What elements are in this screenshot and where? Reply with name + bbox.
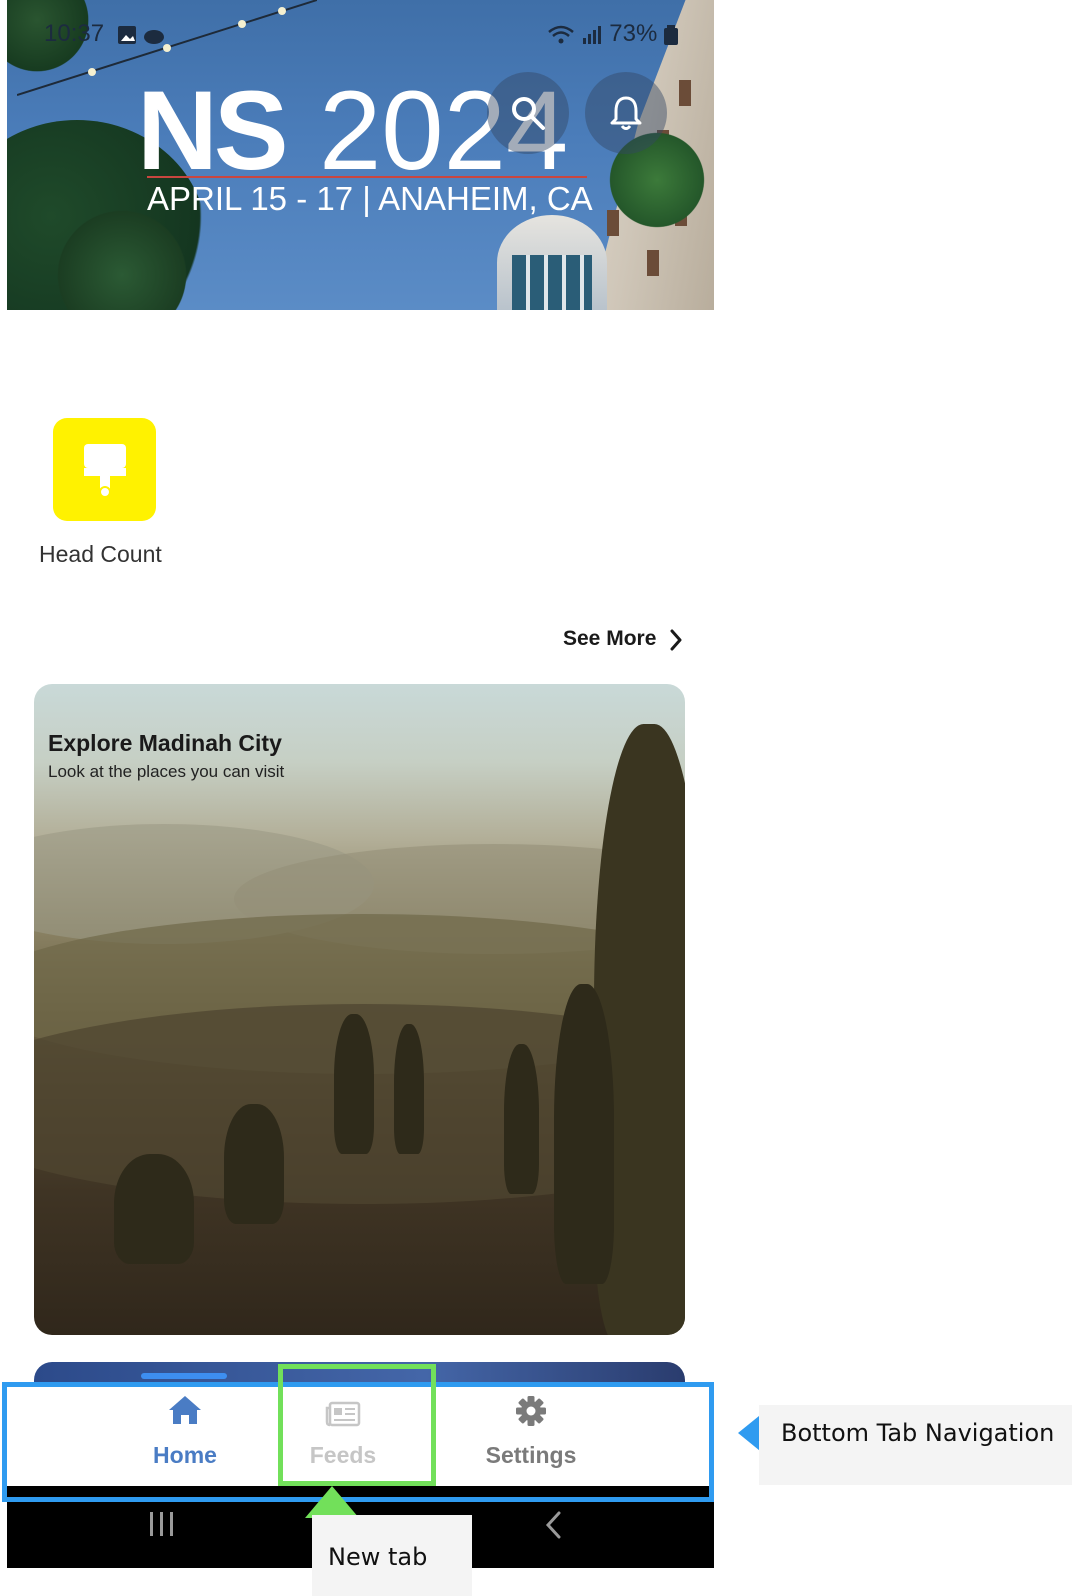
tree [224, 1104, 284, 1224]
new-tab-callout: New tab [312, 1515, 472, 1596]
rotunda-windows [512, 255, 592, 310]
card-title: Explore Madinah City [48, 730, 282, 756]
tree [114, 1154, 194, 1264]
wifi-signal-icon [547, 25, 601, 44]
search-button[interactable] [487, 72, 569, 154]
building-window [679, 80, 691, 106]
search-icon [512, 97, 545, 130]
featured-card[interactable]: Explore Madinah City Look at the places … [34, 684, 685, 1335]
app-screen: 10:37 73% NS 2024 APRIL 15 - 17 | ANAHEI… [7, 0, 714, 1568]
head-count-label: Head Count [39, 541, 162, 567]
bell-icon [610, 96, 642, 130]
back-icon[interactable] [544, 1510, 564, 1540]
bottom-nav-callout: Bottom Tab Navigation [759, 1405, 1072, 1485]
status-right-icons: 73% [547, 20, 678, 48]
new-tab-highlight [278, 1364, 436, 1486]
battery-percent: 73% [609, 20, 658, 47]
see-more-label: See More [563, 627, 657, 650]
new-tab-callout-label: New tab [328, 1543, 428, 1571]
notifications-button[interactable] [585, 72, 667, 154]
active-tab-indicator [141, 1373, 227, 1379]
tree [504, 1044, 539, 1194]
tree [394, 1024, 424, 1154]
event-dates: APRIL 15 - 17 | ANAHEIM, CA [147, 180, 593, 217]
paint-roller-icon [84, 444, 126, 498]
head-count-tile[interactable] [53, 418, 156, 521]
bottom-nav-callout-label: Bottom Tab Navigation [781, 1419, 1055, 1447]
logo-divider [147, 176, 587, 178]
event-banner: 10:37 73% NS 2024 APRIL 15 - 17 | ANAHEI… [7, 0, 714, 310]
tree [334, 1014, 374, 1154]
gallery-icon [118, 26, 164, 44]
card-subtitle: Look at the places you can visit [48, 762, 285, 781]
recent-apps-icon[interactable] [147, 1510, 177, 1538]
chevron-right-icon [670, 629, 682, 651]
status-time: 10:37 [44, 20, 105, 47]
building-window [647, 250, 659, 276]
battery-icon [664, 24, 678, 45]
status-notification-icons [117, 24, 167, 53]
new-tab-pointer [305, 1486, 359, 1518]
status-bar: 10:37 73% [7, 18, 714, 54]
tree [554, 984, 614, 1284]
